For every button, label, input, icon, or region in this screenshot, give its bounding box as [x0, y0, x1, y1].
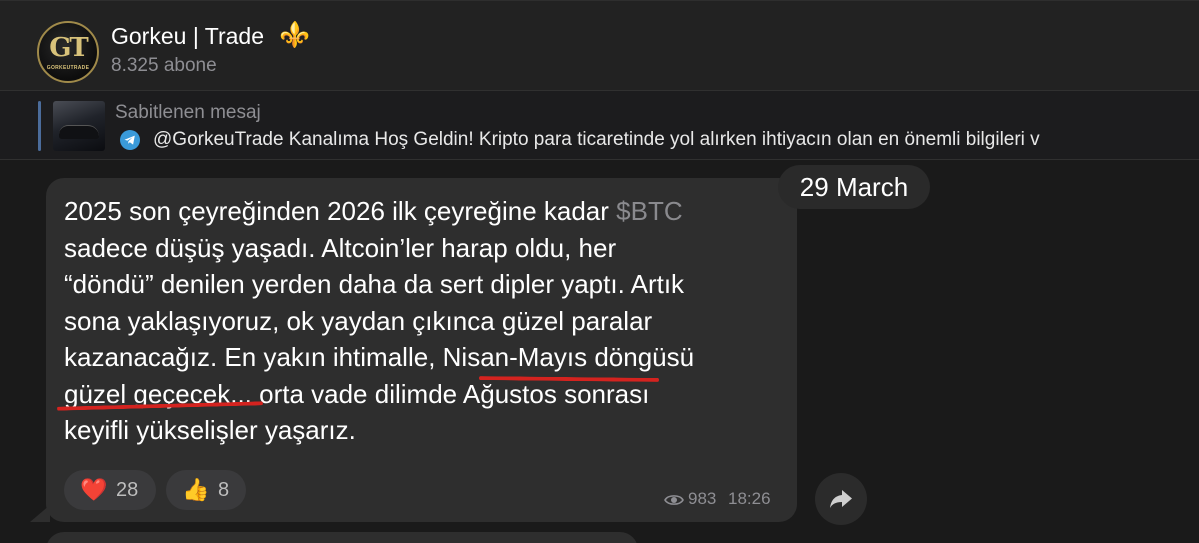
- message-line: kazanacağız. En yakın ihtimalle, Nisan-M…: [64, 342, 695, 372]
- message-text: 2025 son çeyreğinden 2026 ilk çeyreğine …: [64, 193, 789, 449]
- share-button[interactable]: [815, 473, 867, 525]
- thumbs-up-icon: 👍: [182, 477, 210, 502]
- message-line: sona yaklaşıyoruz, ok yaydan çıkınca güz…: [64, 305, 653, 336]
- message-line: sadece düşüş yaşadı. Altcoin’ler harap o…: [64, 232, 617, 263]
- pinned-message-bar[interactable]: Sabitlenen mesaj @GorkeuTrade Kanalıma H…: [0, 90, 1199, 160]
- next-message-bubble: [46, 532, 638, 543]
- reaction-count: 8: [218, 479, 230, 501]
- channel-header[interactable]: GT GORKEUTRADE Gorkeu | Trade ⚜️ 8.325 a…: [0, 0, 1199, 90]
- eye-icon: [664, 495, 684, 505]
- pinned-thumbnail: [53, 101, 105, 151]
- pinned-label: Sabitlenen mesaj: [115, 102, 261, 123]
- pinned-text: @GorkeuTrade Kanalıma Hoş Geldin! Kripto…: [153, 129, 1040, 150]
- reaction-heart[interactable]: ❤️ 28: [64, 470, 156, 510]
- fleur-de-lis-icon: ⚜️: [279, 21, 311, 49]
- subscriber-count: 8.325 abone: [111, 55, 217, 76]
- message-line: keyifli yükselişler yaşarız.: [64, 415, 356, 445]
- heart-icon: ❤️: [80, 477, 108, 502]
- reaction-count: 28: [116, 479, 139, 501]
- car-image: [59, 125, 99, 139]
- avatar-logo: GT: [49, 33, 89, 63]
- share-icon: [830, 490, 852, 508]
- message-line: 2025 son çeyreğinden 2026 ilk çeyreğine …: [64, 196, 683, 226]
- telegram-icon: [120, 130, 140, 150]
- pinned-indicator: [38, 101, 41, 151]
- avatar-logo-text: GORKEUTRADE: [46, 65, 90, 71]
- message-line: “döndü” denilen yerden daha da sert dipl…: [64, 269, 685, 299]
- date-pill: 29 March: [778, 165, 930, 209]
- cashtag-link[interactable]: $BTC: [616, 196, 682, 226]
- message-time: 18:26: [728, 489, 771, 508]
- reaction-thumbs-up[interactable]: 👍 8: [166, 470, 246, 510]
- view-count: 983: [688, 489, 717, 508]
- channel-avatar[interactable]: GT GORKEUTRADE: [37, 21, 99, 83]
- channel-title: Gorkeu | Trade: [111, 23, 264, 49]
- bubble-tail: [30, 505, 50, 522]
